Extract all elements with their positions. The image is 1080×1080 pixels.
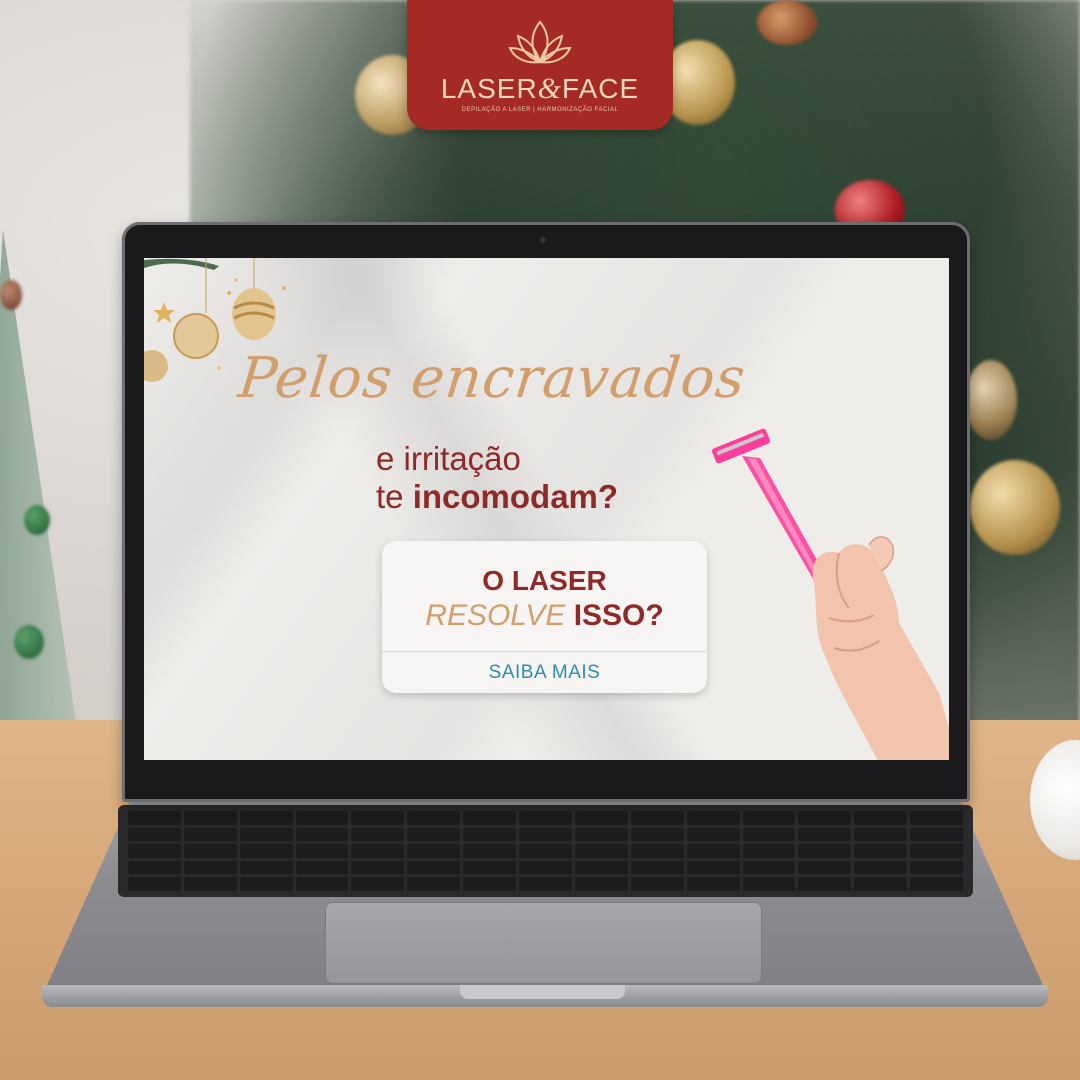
brand-ampersand: &	[537, 72, 563, 105]
brand-logo-badge: LASER&FACE DEPILAÇÃO A LASER | HARMONIZA…	[407, 0, 673, 130]
gold-ornament-icon	[970, 460, 1060, 555]
cta-card: O LASER RESOLVE ISSO? SAIBA MAIS	[382, 541, 707, 693]
lotus-logo-icon	[508, 20, 572, 64]
cta-line-2: RESOLVE ISSO?	[382, 599, 707, 633]
brand-tagline: DEPILAÇÃO A LASER | HARMONIZAÇÃO FACIAL	[461, 107, 619, 113]
cta-line-1: O LASER	[482, 565, 607, 596]
laptop-camera	[540, 237, 546, 243]
green-ornament-icon	[14, 625, 44, 659]
bronze-ornament-icon	[965, 360, 1017, 440]
saiba-mais-button[interactable]: SAIBA MAIS	[382, 652, 707, 693]
headline-text: Pelos encravados	[235, 346, 749, 411]
cta-line-2-bold: ISSO?	[573, 599, 664, 632]
hand-icon	[812, 536, 949, 760]
subline-2-bold: incomodam?	[412, 478, 619, 515]
brand-name: LASER&FACE	[407, 72, 673, 106]
cta-line-2-italic: RESOLVE	[425, 599, 566, 632]
subline-2: te incomodam?	[376, 478, 618, 516]
copper-ornament-icon	[757, 0, 817, 45]
laptop-keyboard	[118, 805, 973, 897]
laptop-screen: Pelos encravados e irritação te incomoda…	[144, 258, 949, 760]
brand-name-left: LASER	[440, 73, 538, 104]
laptop-notch	[460, 985, 625, 999]
brand-name-right: FACE	[562, 73, 640, 104]
laptop-trackpad	[325, 902, 762, 984]
green-ornament-icon	[24, 505, 50, 535]
ornament-icon	[0, 280, 22, 310]
subline-2-regular: te	[376, 478, 413, 515]
subline-1: e irritação	[376, 440, 521, 477]
